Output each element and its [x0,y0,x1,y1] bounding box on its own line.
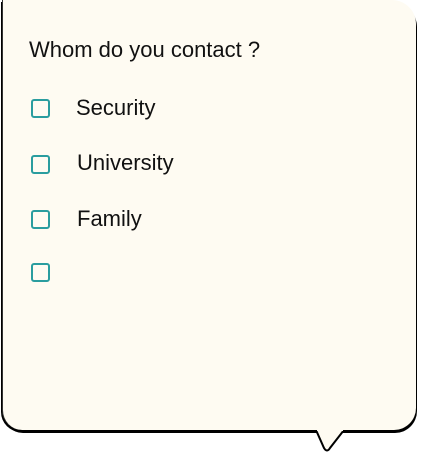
option-family[interactable]: Family [31,206,142,231]
option-label-family: Family [77,206,142,231]
speech-bubble-panel: Whom do you contact ? Security Universit… [2,0,416,430]
option-other[interactable] [31,260,50,284]
checkbox-family[interactable] [31,209,50,229]
option-label-security: Security [76,95,156,120]
question-text: Whom do you contact ? [29,37,261,62]
checkbox-security[interactable] [31,98,50,118]
option-security[interactable]: Security [31,95,155,120]
option-label-university: University [77,150,174,175]
checkbox-other[interactable] [31,262,50,282]
option-university[interactable]: University [31,150,174,176]
checkbox-university[interactable] [31,154,50,174]
